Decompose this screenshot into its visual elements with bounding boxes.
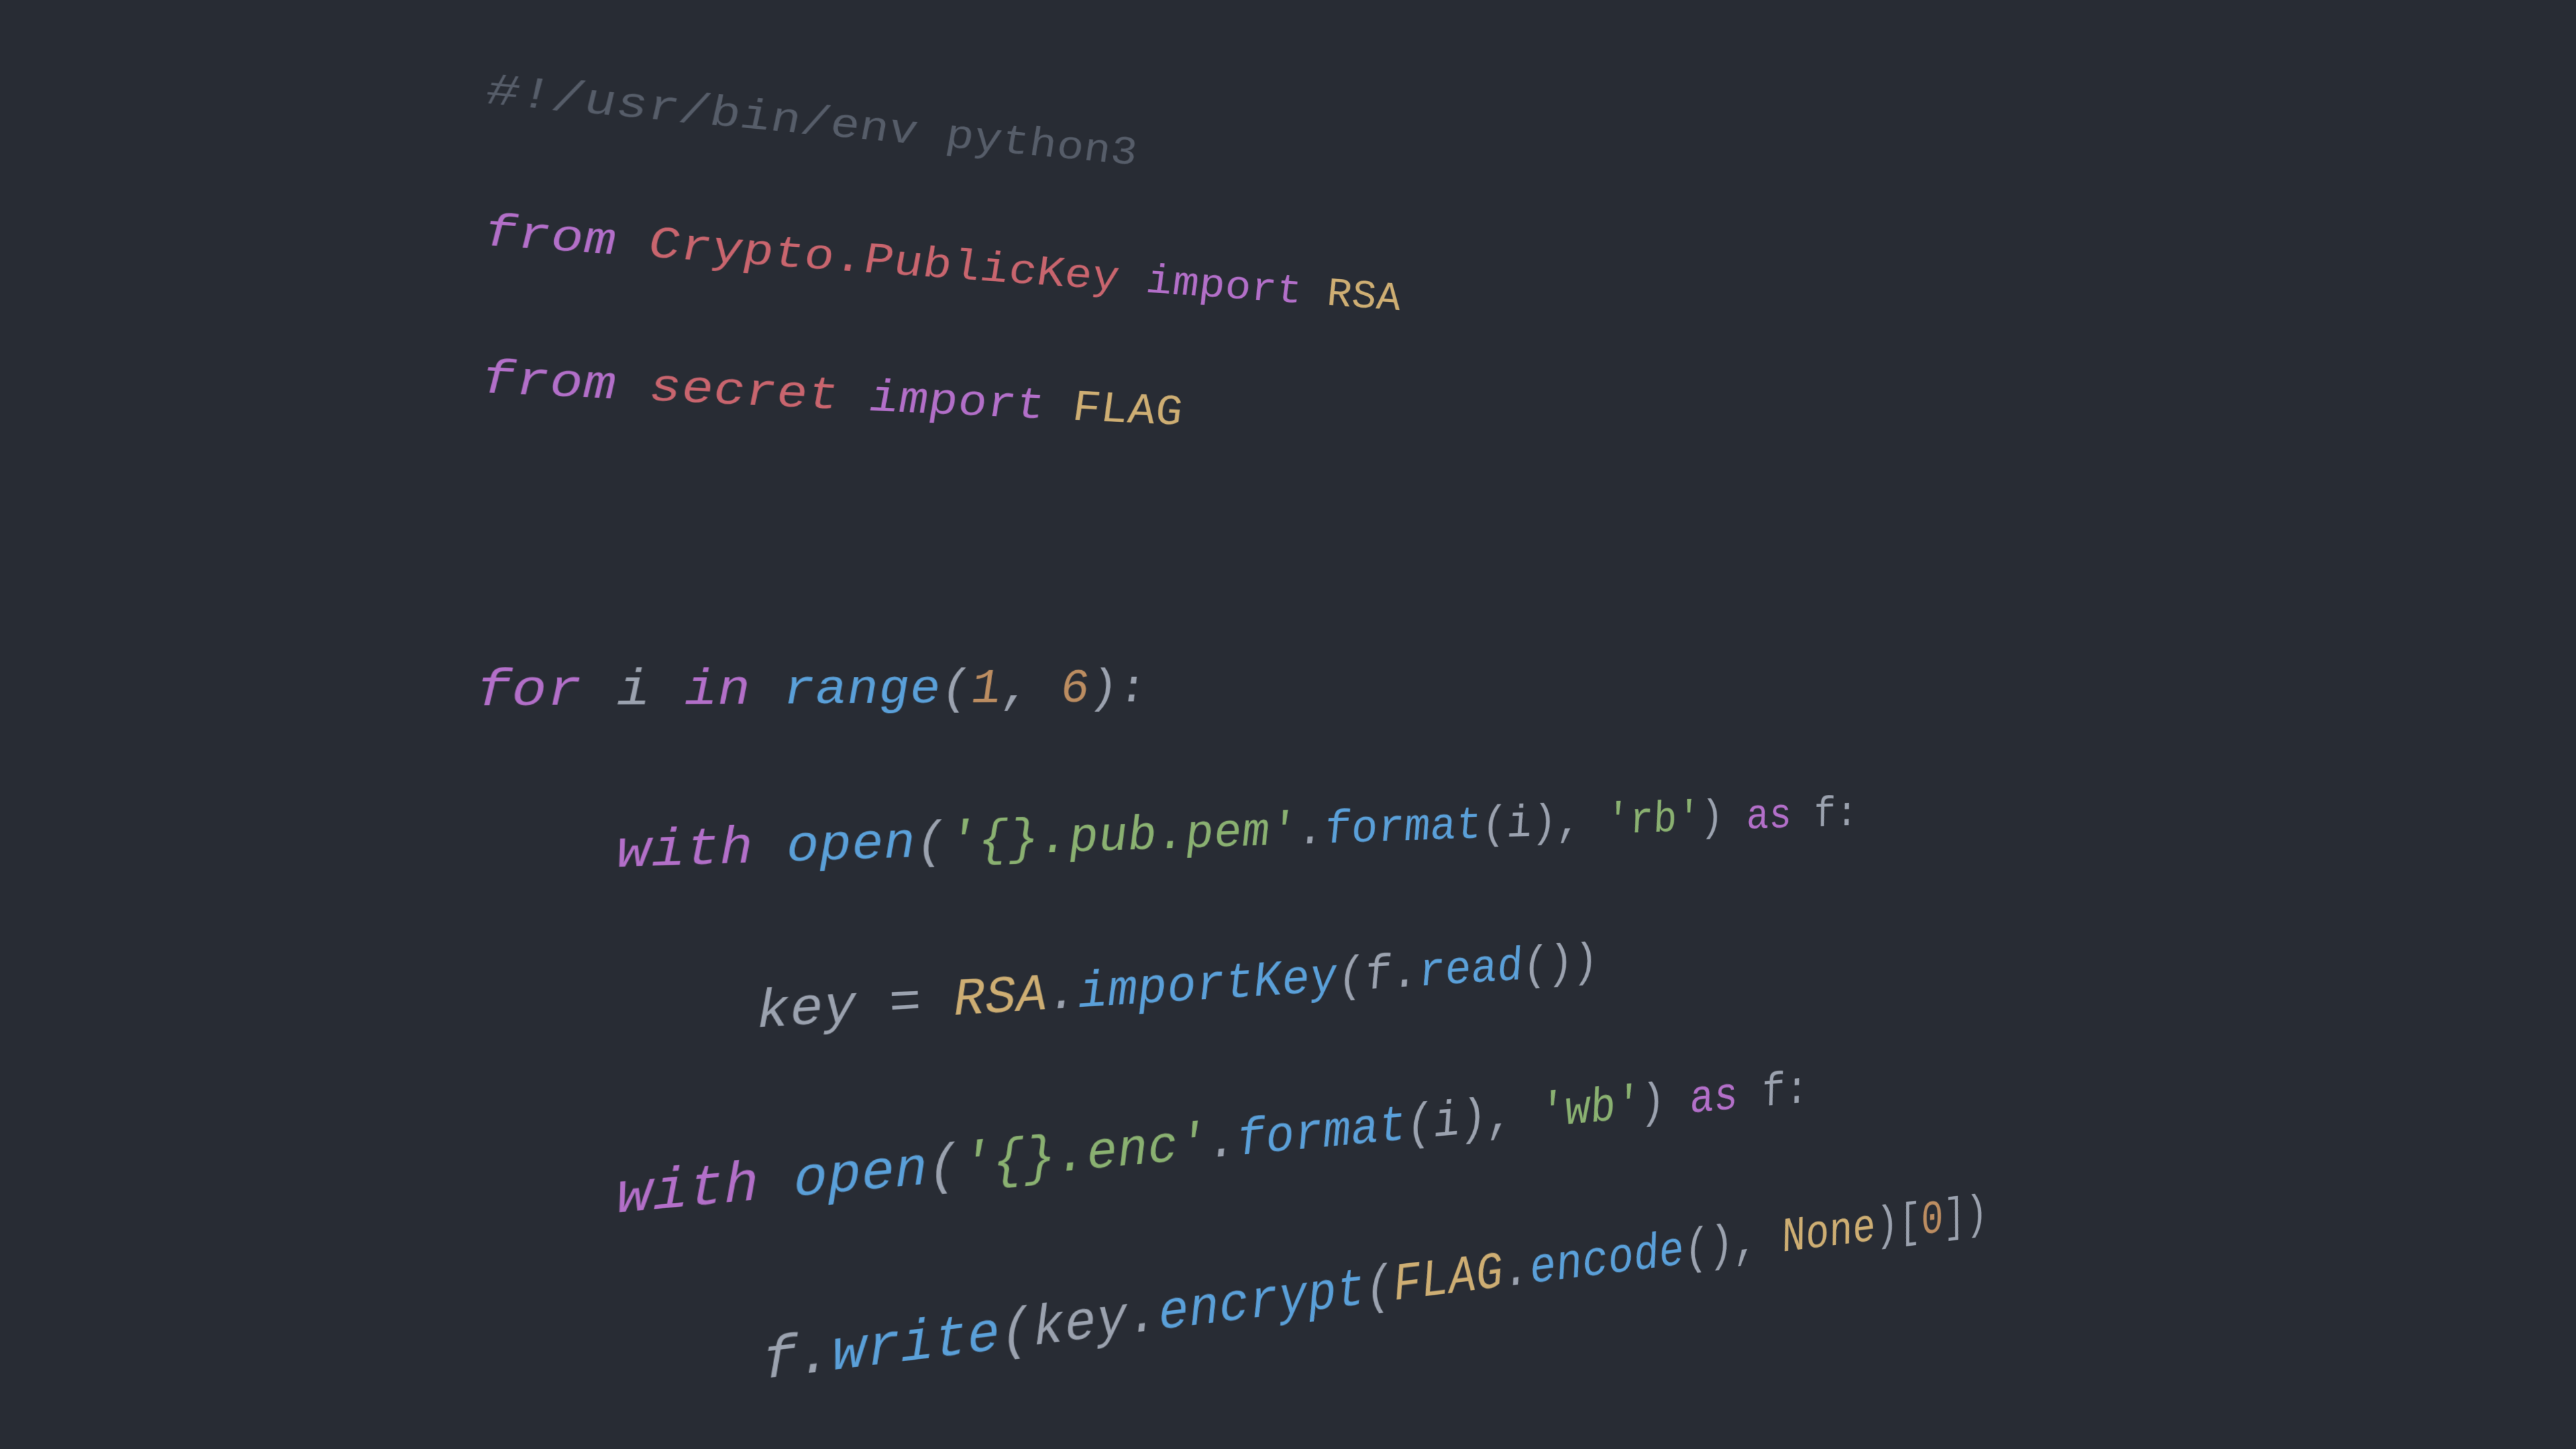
code-stage: #!/usr/bin/env python3 from Crypto.Publi… (0, 0, 2576, 1449)
dot: . (1126, 1285, 1161, 1350)
fn-read: read (1416, 941, 1526, 1001)
eq: = (855, 972, 955, 1037)
dot: . (1045, 965, 1079, 1025)
fn-range: range (782, 663, 941, 719)
paren: ( (939, 663, 972, 717)
fn-open: open (793, 1138, 929, 1213)
dot: . (1205, 1113, 1239, 1174)
fn-encode: encode (1527, 1224, 1688, 1298)
kw-with: with (616, 820, 754, 883)
kw-for: for (475, 662, 582, 721)
kw-in: in (684, 663, 751, 720)
num-1: 1 (970, 663, 1003, 717)
kw-from: from (481, 353, 616, 413)
kw-from: from (484, 207, 616, 268)
paren: ( (926, 1136, 961, 1200)
comma: , (1554, 797, 1609, 849)
var-key: key (1031, 1288, 1130, 1362)
name-rsa: RSA (952, 967, 1049, 1030)
comma: , (1484, 1087, 1542, 1146)
kw-import: import (868, 373, 1046, 432)
module-secret: secret (649, 362, 839, 423)
str-wb: 'wb' (1536, 1079, 1644, 1142)
str-pubpem: '{}.pub.pem' (946, 805, 1299, 871)
code-line-6: with open('{}.pub.pem'.format(i), 'rb') … (472, 781, 1927, 901)
code-line-4-blank (478, 494, 1886, 595)
fn-open: open (786, 815, 916, 877)
code-block: #!/usr/bin/env python3 from Crypto.Publi… (459, 0, 2017, 1449)
paren: ) (1088, 663, 1120, 716)
paren: ( (914, 814, 948, 872)
name-flag: FLAG (1391, 1244, 1506, 1316)
paren: ) (1570, 936, 1601, 990)
shebang-comment: #!/usr/bin/env python3 (486, 66, 1138, 177)
name-none: None (1778, 1201, 1880, 1266)
fn-encrypt: encrypt (1157, 1260, 1368, 1346)
fn-format: format (1322, 800, 1485, 857)
fn-write: write (831, 1303, 1002, 1388)
var-key: key (755, 977, 857, 1044)
paren: ( (999, 1299, 1034, 1366)
comma: , (1730, 1212, 1786, 1272)
name-rsa: RSA (1325, 272, 1403, 322)
fn-importkey: importKey (1076, 951, 1340, 1023)
comma: , (1000, 663, 1062, 716)
kw-with: with (616, 1153, 759, 1230)
fn-format: format (1234, 1098, 1409, 1171)
colon: : (1117, 663, 1149, 716)
str-rb: 'rb' (1603, 795, 1704, 847)
kw-as: as (1720, 792, 1817, 843)
kw-as: as (1662, 1068, 1765, 1129)
var-i: i (616, 663, 651, 720)
module-crypto: Crypto.PublicKey (648, 219, 1120, 303)
var-f: f (761, 1326, 798, 1397)
name-flag: FLAG (1071, 384, 1185, 438)
code-line-5: for i in range(1, 6): (475, 652, 1907, 733)
code-line-3: from secret import FLAG (480, 343, 1867, 476)
str-enc: '{}.enc' (959, 1115, 1209, 1197)
kw-import: import (1144, 258, 1304, 316)
code-line-7: key = RSA.importKey(f.read()) (469, 910, 1949, 1076)
dot: . (796, 1322, 833, 1392)
num-6: 6 (1059, 663, 1091, 716)
dot: . (1295, 804, 1326, 858)
